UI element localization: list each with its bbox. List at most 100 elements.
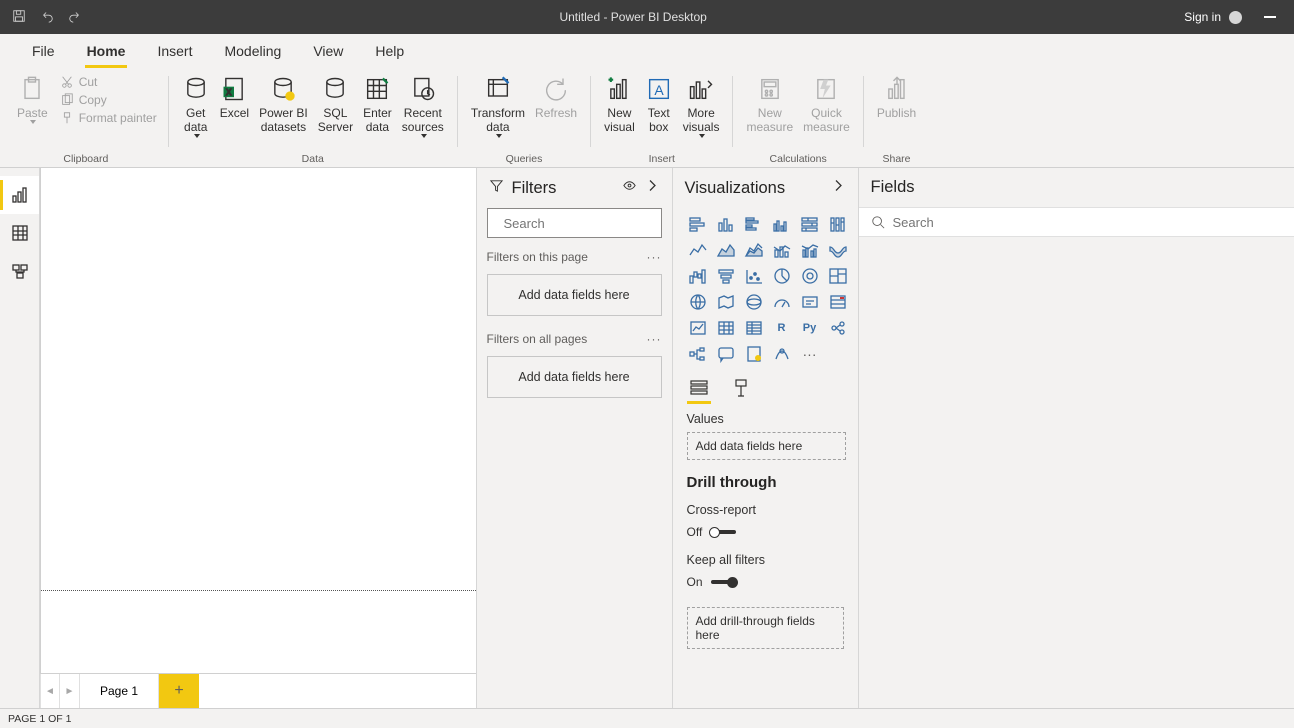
viz-scatter[interactable] [743, 266, 765, 286]
viz-line[interactable] [687, 240, 709, 260]
viz-r-script[interactable]: R [771, 318, 793, 338]
filters-this-page-dropzone[interactable]: Add data fields here [487, 274, 662, 316]
model-view-button[interactable] [0, 252, 39, 290]
report-view-button[interactable] [0, 176, 39, 214]
viz-ribbon[interactable] [827, 240, 849, 260]
refresh-button[interactable]: Refresh [530, 72, 582, 122]
viz-kpi[interactable] [687, 318, 709, 338]
group-label-clipboard: Clipboard [63, 153, 108, 165]
viz-card[interactable] [799, 292, 821, 312]
page-tab-1[interactable]: Page 1 [80, 674, 159, 708]
new-measure-button[interactable]: New measure [741, 72, 798, 136]
keep-filters-toggle[interactable]: On [687, 567, 844, 597]
viz-area[interactable] [715, 240, 737, 260]
viz-stacked-column[interactable] [715, 214, 737, 234]
viz-stacked-bar[interactable] [687, 214, 709, 234]
next-page-button[interactable]: ► [60, 674, 80, 708]
viz-more[interactable]: ··· [799, 344, 821, 364]
tab-file[interactable]: File [16, 34, 71, 68]
viz-donut[interactable] [799, 266, 821, 286]
data-view-button[interactable] [0, 214, 39, 252]
viz-treemap[interactable] [827, 266, 849, 286]
cross-report-toggle[interactable]: Off [687, 517, 844, 547]
viz-funnel[interactable] [715, 266, 737, 286]
minimize-button[interactable] [1264, 16, 1276, 18]
undo-icon[interactable] [40, 9, 54, 26]
filters-all-pages-menu[interactable]: ··· [647, 332, 662, 346]
view-switcher [0, 168, 40, 708]
report-canvas[interactable] [40, 168, 476, 673]
filters-all-pages-dropzone[interactable]: Add data fields here [487, 356, 662, 398]
prev-page-button[interactable]: ◄ [40, 674, 60, 708]
add-page-button[interactable]: + [159, 674, 199, 708]
tab-home[interactable]: Home [71, 34, 142, 68]
visualizations-pane: Visualizations [672, 168, 858, 708]
tab-insert[interactable]: Insert [141, 34, 208, 68]
collapse-viz-button[interactable] [831, 178, 846, 198]
viz-key-influencers[interactable] [827, 318, 849, 338]
format-tool[interactable] [729, 376, 753, 400]
viz-stacked-area[interactable] [743, 240, 765, 260]
viz-waterfall[interactable] [687, 266, 709, 286]
new-visual-button[interactable]: New visual [599, 72, 640, 136]
viz-multi-row-card[interactable] [827, 292, 849, 312]
filters-search-input[interactable] [504, 216, 680, 231]
viz-decomposition-tree[interactable] [687, 344, 709, 364]
viz-clustered-column[interactable] [771, 214, 793, 234]
viz-qna[interactable] [715, 344, 737, 364]
copy-button[interactable]: Copy [57, 92, 160, 108]
viz-arcgis[interactable] [771, 344, 793, 364]
viz-100-stacked-bar[interactable] [799, 214, 821, 234]
cross-report-label: Cross-report [687, 503, 844, 517]
viz-clustered-bar[interactable] [743, 214, 765, 234]
collapse-filters-button[interactable] [645, 178, 660, 198]
viz-paginated[interactable] [743, 344, 765, 364]
group-clipboard: Paste Cut Copy Format painter Clipboard [6, 72, 166, 167]
more-visuals-button[interactable]: More visuals [678, 72, 725, 140]
fields-tool[interactable] [687, 376, 711, 400]
viz-filled-map[interactable] [715, 292, 737, 312]
save-icon[interactable] [12, 9, 26, 26]
fields-search-input[interactable] [893, 215, 1287, 230]
viz-map[interactable] [687, 292, 709, 312]
cut-button[interactable]: Cut [57, 74, 160, 90]
keep-filters-label: Keep all filters [687, 553, 844, 567]
viz-slicer[interactable] [715, 318, 737, 338]
drill-through-dropzone[interactable]: Add drill-through fields here [687, 607, 844, 649]
show-filter-icon[interactable] [622, 178, 637, 198]
enter-data-button[interactable]: Enter data [358, 72, 397, 136]
values-dropzone[interactable]: Add data fields here [687, 432, 846, 460]
text-box-button[interactable]: AText box [640, 72, 678, 136]
filters-this-page-menu[interactable]: ··· [647, 250, 662, 264]
tab-view[interactable]: View [297, 34, 359, 68]
viz-line-clustered-column[interactable] [799, 240, 821, 260]
viz-python[interactable]: Py [799, 318, 821, 338]
recent-sources-button[interactable]: Recent sources [397, 72, 449, 140]
pbi-datasets-button[interactable]: Power BI datasets [254, 72, 313, 136]
paste-button[interactable]: Paste [12, 72, 53, 126]
viz-pie[interactable] [771, 266, 793, 286]
fields-search[interactable] [859, 207, 1294, 237]
transform-data-button[interactable]: Transform data [466, 72, 530, 140]
excel-button[interactable]: XExcel [215, 72, 254, 122]
sign-in-link[interactable]: Sign in [1184, 10, 1221, 24]
quick-measure-button[interactable]: Quick measure [798, 72, 855, 136]
viz-line-stacked-column[interactable] [771, 240, 793, 260]
format-painter-button[interactable]: Format painter [57, 110, 160, 126]
viz-100-stacked-column[interactable] [827, 214, 849, 234]
filters-search[interactable] [487, 208, 662, 238]
page-boundary-line [41, 590, 476, 591]
sql-server-button[interactable]: SQL Server [313, 72, 358, 136]
avatar-icon[interactable] [1229, 11, 1242, 24]
filter-icon [489, 178, 504, 198]
viz-shape-map[interactable] [743, 292, 765, 312]
publish-button[interactable]: Publish [872, 72, 921, 122]
tab-modeling[interactable]: Modeling [208, 34, 297, 68]
viz-gauge[interactable] [771, 292, 793, 312]
viz-table[interactable] [743, 318, 765, 338]
tab-help[interactable]: Help [359, 34, 420, 68]
svg-text:X: X [226, 88, 232, 97]
redo-icon[interactable] [68, 9, 82, 26]
paste-label: Paste [17, 106, 48, 120]
get-data-button[interactable]: Get data [177, 72, 215, 140]
